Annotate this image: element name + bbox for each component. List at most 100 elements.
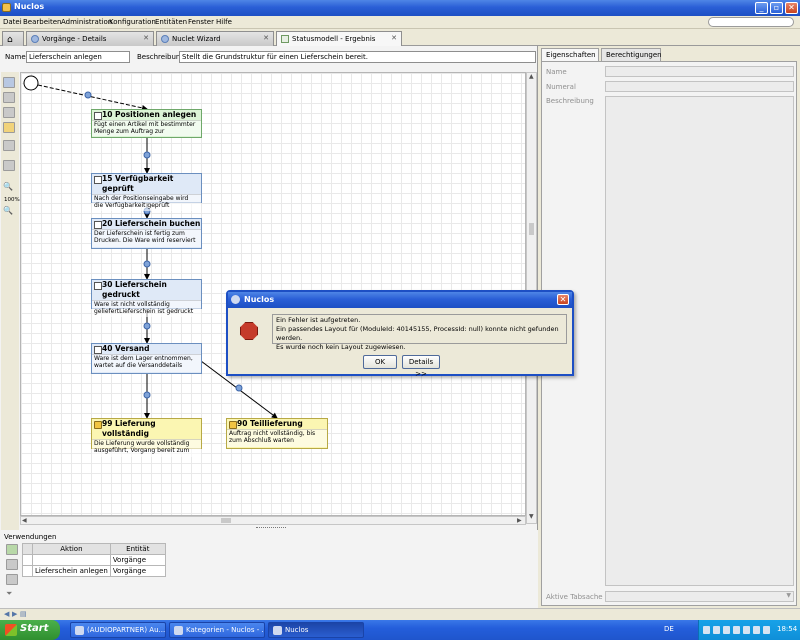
add-icon[interactable]	[6, 544, 18, 555]
state-tool-icon[interactable]	[3, 92, 15, 103]
diagram-toolbar: 🔍 100% 🔍	[1, 72, 20, 532]
tray-icon[interactable]	[733, 626, 740, 634]
column-header-aktion[interactable]: Aktion	[32, 543, 111, 555]
taskbar-item-audiopartner[interactable]: (AUDIOPARTNER) Au...	[70, 622, 166, 638]
error-line: Ein Fehler ist aufgetreten.	[276, 316, 361, 324]
state-description: Ware ist dem Lager entnommen, wartet auf…	[92, 354, 201, 372]
menu-datei[interactable]: Datei	[3, 18, 22, 26]
volume-icon[interactable]	[763, 626, 770, 634]
tab-statusmodell-ergebnis[interactable]: Statusmodell - Ergebnis ✕	[276, 31, 402, 47]
select-tool-icon[interactable]	[3, 77, 15, 88]
edit-icon[interactable]	[6, 559, 18, 570]
state-node-20[interactable]: 20 Lieferschein buchen Der Lieferschein i…	[91, 218, 202, 249]
minimize-button[interactable]: _	[755, 2, 768, 14]
back-icon[interactable]: ◀	[4, 610, 9, 618]
scroll-left-icon[interactable]: ◀	[22, 517, 27, 524]
scroll-up-icon[interactable]: ▲	[529, 73, 534, 80]
state-node-10[interactable]: 10 Positionen anlegen Fügt einen Artikel …	[91, 109, 202, 138]
state-title: 30 Lieferschein gedruckt	[92, 280, 201, 300]
start-node[interactable]	[23, 75, 39, 91]
tab-vorgaenge-details[interactable]: Vorgänge - Details ✕	[26, 31, 154, 46]
language-indicator[interactable]: DE	[664, 625, 674, 633]
details-button[interactable]: Details >>	[402, 355, 440, 378]
close-icon[interactable]: ✕	[391, 34, 397, 42]
state-node-30[interactable]: 30 Lieferschein gedruckt Ware ist nicht v…	[91, 279, 202, 317]
transition-handle[interactable]	[235, 384, 243, 392]
delete-row-icon[interactable]	[6, 574, 18, 585]
prop-numeral-field[interactable]	[605, 81, 794, 92]
menu-entitaeten[interactable]: Entitäten	[155, 18, 187, 26]
name-label: Name	[5, 53, 26, 61]
table-row[interactable]: Lieferschein anlegen Vorgänge	[22, 565, 166, 577]
tab-label: Nuclet Wizard	[172, 35, 221, 43]
prop-name-field[interactable]	[605, 66, 794, 77]
tab-home[interactable]: ⌂	[2, 31, 24, 46]
menu-administration[interactable]: Administration	[61, 18, 112, 26]
state-description: Der Lieferschein ist fertig zum Drucken.…	[92, 229, 201, 247]
description-field[interactable]: Stellt die Grundstruktur für einen Liefe…	[179, 51, 536, 63]
tray-icon[interactable]	[743, 626, 750, 634]
tray-icon[interactable]	[713, 626, 720, 634]
state-node-99[interactable]: 99 Lieferung vollständig Die Lieferung wu…	[91, 418, 202, 457]
transition-handle[interactable]	[84, 91, 92, 99]
state-node-90[interactable]: 90 Teillieferung Auftrag nicht vollständi…	[226, 418, 328, 449]
folder-icon[interactable]	[3, 122, 15, 133]
state-node-15[interactable]: 15 Verfügbarkeit geprüft Nach der Positio…	[91, 173, 202, 211]
tray-icon[interactable]	[753, 626, 760, 634]
canvas-horizontal-scrollbar[interactable]: ◀ ▶	[20, 516, 526, 525]
scroll-thumb[interactable]	[221, 518, 231, 523]
zoom-out-icon[interactable]: 🔍	[3, 206, 15, 217]
name-field[interactable]: Lieferschein anlegen	[26, 51, 130, 63]
table-row[interactable]: Vorgänge	[22, 554, 166, 566]
taskbar-item-nuclos[interactable]: Nuclos	[268, 622, 364, 638]
prop-beschreibung-field[interactable]	[605, 96, 794, 586]
state-title: 15 Verfügbarkeit geprüft	[92, 174, 201, 194]
transition-handle[interactable]	[143, 260, 151, 268]
transition-start[interactable]	[37, 84, 148, 111]
cell-aktion[interactable]	[32, 554, 111, 566]
tab-eigenschaften[interactable]: Eigenschaften	[541, 48, 599, 61]
aktive-tabsache-select[interactable]: ▼	[605, 591, 794, 602]
taskbar-item-kategorien[interactable]: Kategorien - Nuclos - ...	[169, 622, 265, 638]
search-input[interactable]	[708, 17, 794, 27]
scroll-right-icon[interactable]: ▶	[517, 517, 522, 524]
transition-handle[interactable]	[143, 151, 151, 159]
close-icon[interactable]: ✕	[263, 34, 269, 42]
menu-bearbeiten[interactable]: Bearbeiten	[23, 18, 61, 26]
transition-handle[interactable]	[143, 322, 151, 330]
tray-icon[interactable]	[703, 626, 710, 634]
error-icon	[240, 322, 258, 340]
menu-fenster[interactable]: Fenster	[188, 18, 214, 26]
menu-konfiguration[interactable]: Konfiguration	[109, 18, 156, 26]
tab-icon	[281, 35, 289, 43]
tray-icon[interactable]	[723, 626, 730, 634]
ok-button[interactable]: OK	[363, 355, 397, 369]
column-header-entitaet[interactable]: Entität	[109, 543, 166, 555]
dialog-close-button[interactable]: ✕	[557, 294, 569, 305]
delete-icon[interactable]	[3, 140, 15, 151]
zoom-in-icon[interactable]: 🔍	[3, 182, 15, 193]
menu-hilfe[interactable]: Hilfe	[216, 18, 232, 26]
start-button[interactable]: Start	[0, 620, 60, 640]
start-label: Start	[20, 623, 49, 634]
scroll-down-icon[interactable]: ▼	[529, 513, 534, 520]
close-button[interactable]: ✕	[785, 2, 798, 14]
close-icon[interactable]: ✕	[143, 34, 149, 42]
history-icon[interactable]: ▤	[20, 610, 27, 618]
filter-icon[interactable]: ⏷	[6, 589, 12, 599]
forward-icon[interactable]: ▶	[12, 610, 17, 618]
windows-logo-icon	[5, 624, 17, 636]
window-title: Nuclos	[14, 2, 45, 11]
transition-tool-icon[interactable]	[3, 107, 15, 118]
tab-nuclet-wizard[interactable]: Nuclet Wizard ✕	[156, 31, 274, 46]
prop-label-numeral: Numeral	[546, 83, 576, 91]
maximize-button[interactable]: ▫	[770, 2, 783, 14]
cell-entitaet[interactable]: Vorgänge	[109, 565, 166, 577]
print-icon[interactable]	[3, 160, 15, 171]
tab-berechtigungen[interactable]: Berechtigungen	[601, 48, 662, 61]
cell-entitaet[interactable]: Vorgänge	[109, 554, 166, 566]
cell-aktion[interactable]: Lieferschein anlegen	[32, 565, 111, 577]
scroll-thumb[interactable]	[529, 223, 534, 235]
transition-handle[interactable]	[143, 391, 151, 399]
state-node-40[interactable]: 40 Versand Ware ist dem Lager entnommen, …	[91, 343, 202, 374]
